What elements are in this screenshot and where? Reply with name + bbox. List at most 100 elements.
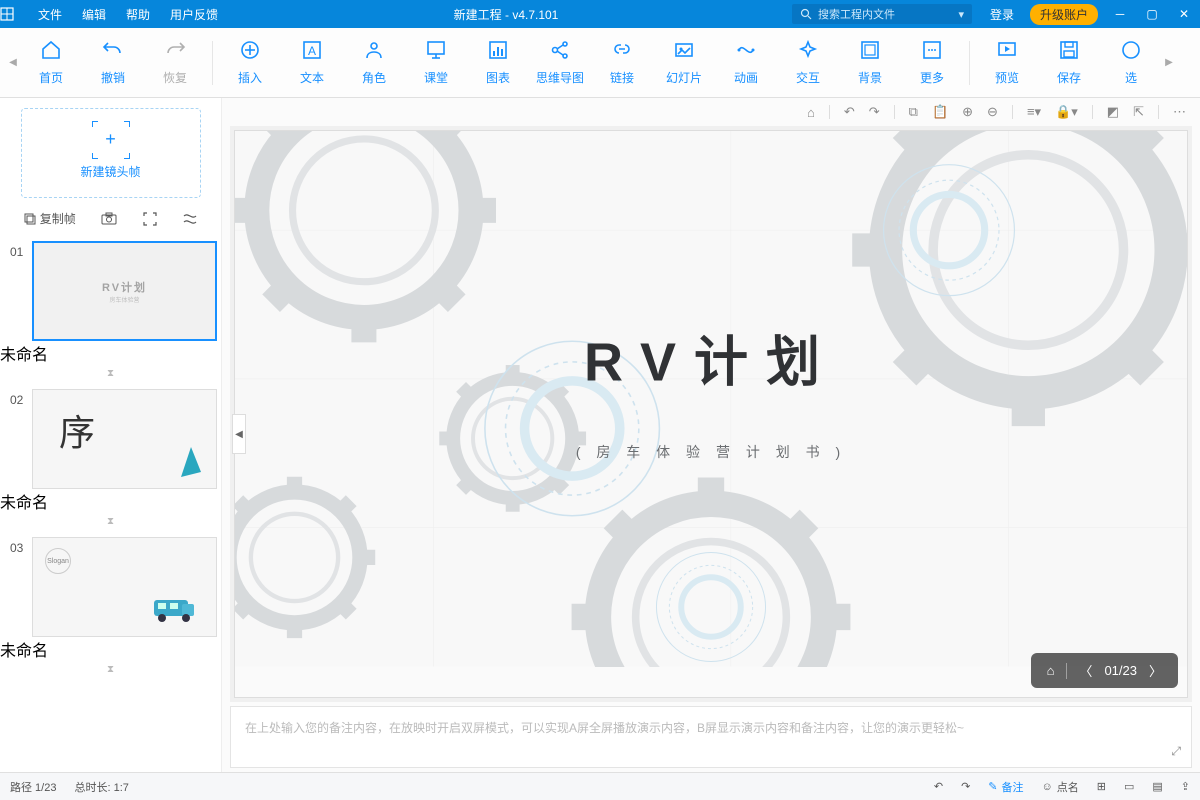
status-layout2-icon[interactable]: ▤ [1152,780,1162,793]
svg-text:A: A [308,44,316,58]
status-count-button[interactable]: ☺ 点名 [1042,779,1079,795]
person-icon [363,39,385,61]
tool-bg[interactable]: 背景 [839,39,901,86]
status-grid-icon[interactable]: ⊞ [1097,780,1106,793]
status-share-icon[interactable]: ⇪ [1181,780,1190,793]
next-page-icon[interactable]: 〉 [1149,661,1162,680]
tool-text[interactable]: A文本 [281,39,343,86]
copy-frame-button[interactable]: 复制帧 [23,210,76,227]
canvastool-snapshot-icon[interactable]: ◩ [1107,104,1119,120]
interact-icon [797,39,819,61]
status-layout1-icon[interactable]: ▭ [1124,780,1134,793]
search-placeholder: 搜索工程内文件 [818,6,895,22]
slide-timer-icon: ⧗ [0,365,221,385]
tool-preview[interactable]: 预览 [976,39,1038,86]
slide-canvas[interactable]: RV计划 ( 房 车 体 验 营 计 划 书 ) [234,130,1188,698]
maximize-button[interactable]: ▢ [1136,7,1168,21]
app-logo-icon [0,7,28,21]
home-icon [40,39,62,61]
tool-home[interactable]: 首页 [20,39,82,86]
canvastool-paste-icon[interactable]: 📋 [932,104,948,120]
bg-icon [859,39,881,61]
save-icon [1058,39,1080,61]
status-duration: 总时长: 1:7 [74,779,128,795]
tool-plus-circle[interactable]: 插入 [219,39,281,86]
text-icon: A [301,39,323,61]
tool-more[interactable]: 更多 [901,39,963,86]
tool-redo[interactable]: 恢复 [144,39,206,86]
link-icon [611,39,633,61]
slide-caption: 未命名 [0,637,221,661]
canvastool-home-icon[interactable]: ⌂ [807,105,815,120]
slide-caption: 未命名 [0,489,221,513]
page-counter: 01/23 [1104,663,1137,678]
status-notes-button[interactable]: ✎ 备注 [988,779,1023,795]
undo-icon [102,39,124,61]
fullscreen-button[interactable] [143,212,157,226]
slide-thumb-01[interactable]: 01RV计划房车体验营 [0,237,221,341]
canvastool-lock-icon[interactable]: 🔒▾ [1055,104,1078,120]
tool-anim[interactable]: 动画 [715,39,777,86]
mindmap-icon [549,39,571,61]
preview-icon [996,39,1018,61]
minimize-button[interactable]: ─ [1104,7,1136,21]
menu-help[interactable]: 帮助 [116,6,160,23]
class-icon [425,39,447,61]
toolbar: ◀ 首页撤销恢复 插入A文本角色课堂图表思维导图链接幻灯片动画交互背景更多 预览… [0,28,1200,98]
upgrade-button[interactable]: 升级账户 [1030,4,1098,25]
canvastool-zoomout-icon[interactable]: ⊖ [987,104,998,120]
titlebar: 文件 编辑 帮助 用户反馈 新建工程 - v4.7.101 搜索工程内文件 ▾ … [0,0,1200,28]
toolbar-scroll-left[interactable]: ◀ [6,57,20,68]
slide-panel: + 新建镜头帧 复制帧 01RV计划房车体验营未命名⧗02序未命名⧗03Slog… [0,98,222,772]
close-button[interactable]: ✕ [1168,7,1200,21]
canvastool-zoomin-icon[interactable]: ⊕ [962,104,973,120]
canvastool-more-icon[interactable]: ⋯ [1173,104,1186,120]
swap-button[interactable] [182,212,198,226]
canvastool-export-icon[interactable]: ⇱ [1133,104,1144,120]
tool-person[interactable]: 角色 [343,39,405,86]
slide-caption: 未命名 [0,341,221,365]
menu-file[interactable]: 文件 [28,6,72,23]
slide-thumb-03[interactable]: 03Slogan [0,533,221,637]
slide-timer-icon: ⧗ [0,513,221,533]
notes-area[interactable]: 在上处输入您的备注内容，在放映时开启双屏模式，可以实现A屏全屏播放演示内容，B屏… [230,706,1192,768]
page-indicator[interactable]: ⌂ 〈 01/23 〉 [1031,653,1178,688]
canvastool-align-icon[interactable]: ≡▾ [1027,104,1041,120]
plus-circle-icon [239,39,261,61]
canvastool-rotate-left-icon[interactable]: ↶ [844,104,855,120]
expand-notes-icon[interactable]: ⤢ [1171,744,1181,759]
search-icon [800,8,812,20]
search-box[interactable]: 搜索工程内文件 ▾ [792,4,972,24]
statusbar: 路径 1/23 总时长: 1:7 ↶ ↷ ✎ 备注 ☺ 点名 ⊞ ▭ ▤ ⇪ [0,772,1200,800]
more-icon [921,39,943,61]
canvastool-rotate-right-icon[interactable]: ↷ [869,104,880,120]
tool-save[interactable]: 保存 [1038,39,1100,86]
status-undo-icon[interactable]: ↶ [934,780,943,793]
prev-page-icon[interactable]: 〈 [1079,661,1092,680]
slide-thumb-02[interactable]: 02序 [0,385,221,489]
collapse-sidebar-button[interactable]: ◀ [232,414,246,454]
chevron-down-icon: ▾ [958,8,964,21]
window-title: 新建工程 - v4.7.101 [228,6,784,23]
status-path: 路径 1/23 [10,779,56,795]
login-link[interactable]: 登录 [980,6,1024,23]
toolbar-scroll-right[interactable]: ▶ [1162,57,1176,68]
tool-chart[interactable]: 图表 [467,39,529,86]
status-redo-icon[interactable]: ↷ [961,780,970,793]
notes-placeholder: 在上处输入您的备注内容，在放映时开启双屏模式，可以实现A屏全屏播放演示内容，B屏… [245,721,964,735]
tool-class[interactable]: 课堂 [405,39,467,86]
tool-slide[interactable]: 幻灯片 [653,39,715,86]
menu-edit[interactable]: 编辑 [72,6,116,23]
camera-button[interactable] [101,212,117,226]
tool-undo[interactable]: 撤销 [82,39,144,86]
canvastool-copy-icon[interactable]: ⧉ [909,104,918,120]
slide-title: RV计划 [584,318,838,397]
tool-interact[interactable]: 交互 [777,39,839,86]
tool-mindmap[interactable]: 思维导图 [529,39,591,86]
tool-link[interactable]: 链接 [591,39,653,86]
menu-feedback[interactable]: 用户反馈 [160,6,228,23]
tool-select[interactable]: 选 [1100,39,1162,86]
new-frame-button[interactable]: + 新建镜头帧 [21,108,201,198]
anim-icon [735,39,757,61]
slide-subtitle: ( 房 车 体 验 营 计 划 书 ) [576,442,846,462]
